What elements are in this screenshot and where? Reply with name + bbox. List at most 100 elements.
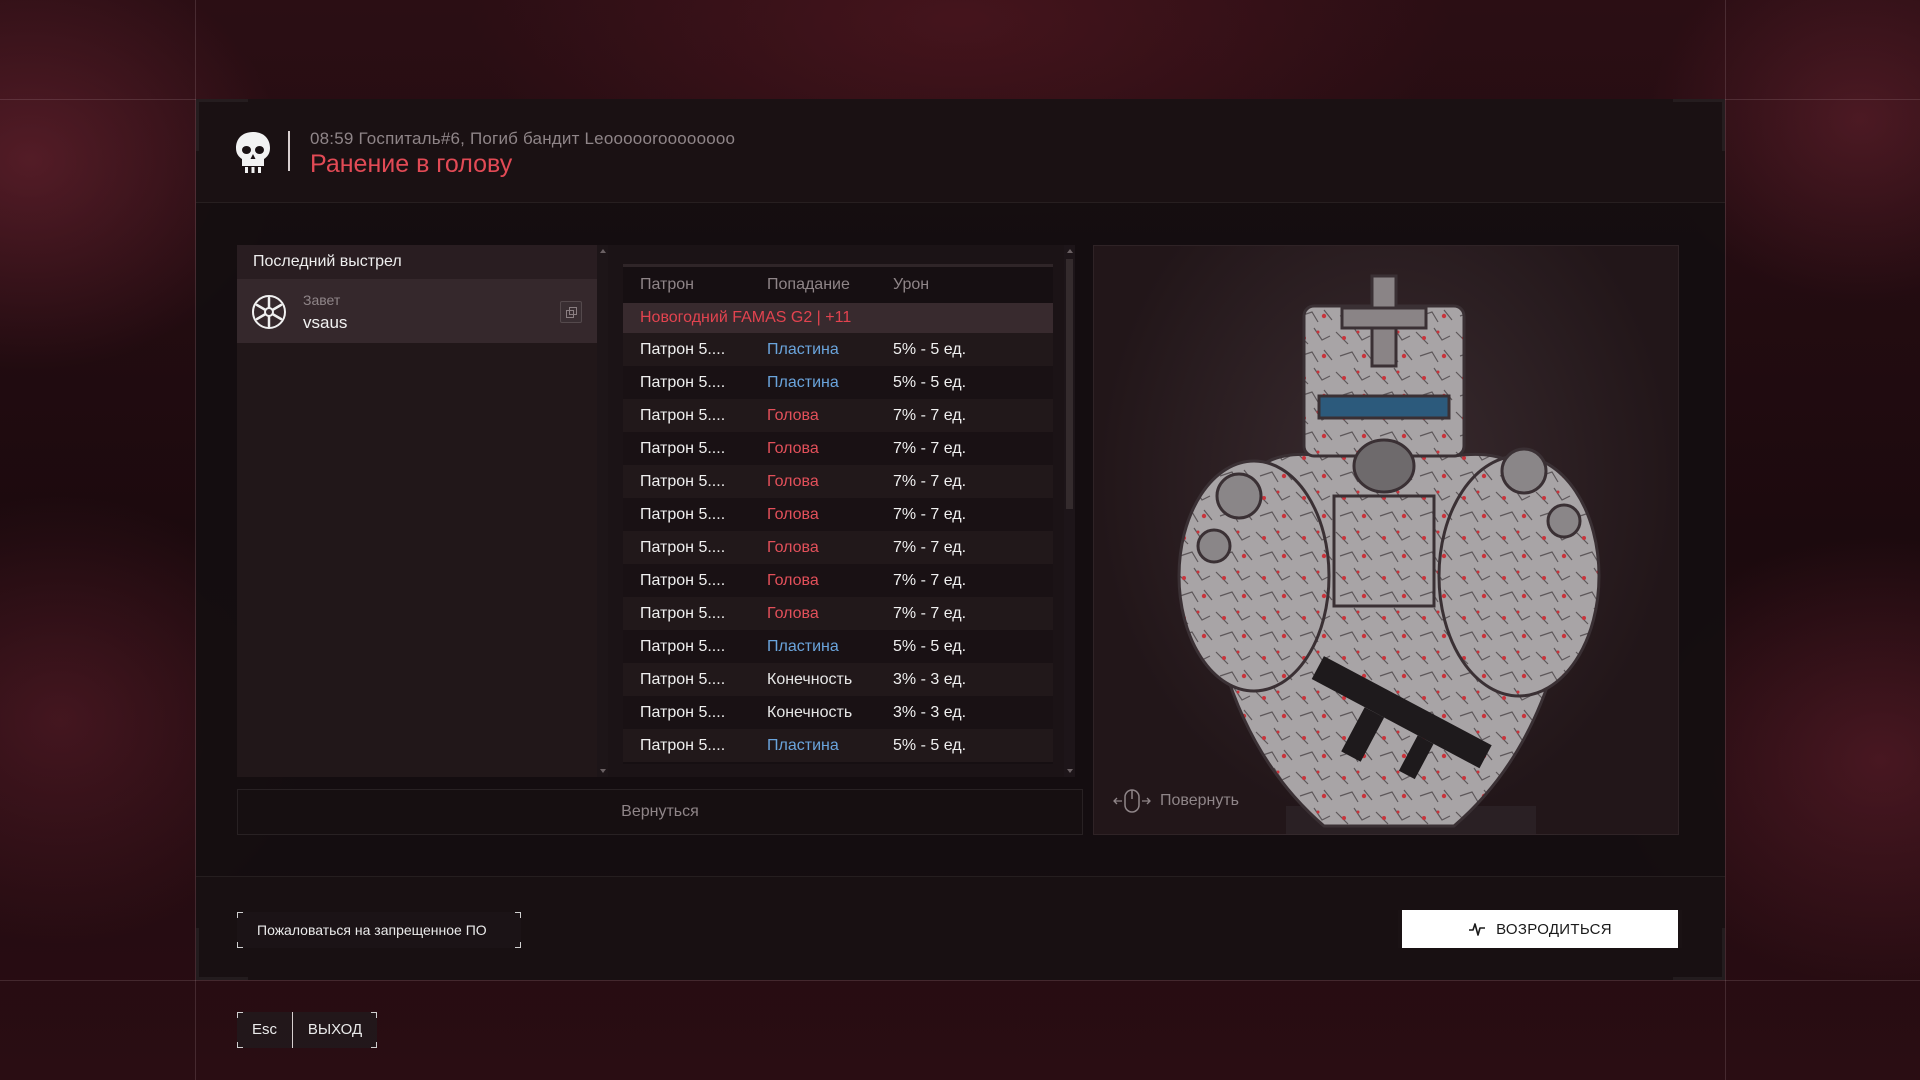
exit-button[interactable]: ВЫХОД [293, 1012, 377, 1048]
esc-key-label: Esc [251, 1021, 277, 1038]
pulse-icon [1469, 923, 1486, 936]
damage-cell: 5% - 5 ед. [893, 736, 967, 754]
ammo-cell: Патрон 5.... [640, 472, 726, 490]
damage-cell: 7% - 7 ед. [893, 571, 967, 589]
esc-key-badge[interactable]: Esc [237, 1012, 293, 1048]
damage-cell: 7% - 7 ед. [893, 472, 967, 490]
last-shot-panel: Последний выстрел Завет vsaus [237, 245, 597, 777]
hit-location-cell: Голова [767, 406, 819, 424]
table-row: Патрон 5.... Пластина 5% - 5 ед. [623, 366, 1053, 399]
report-cheat-label: Пожаловаться на запрещенное ПО [257, 922, 487, 938]
ammo-cell: Патрон 5.... [640, 406, 726, 424]
scroll-down-icon[interactable] [1067, 769, 1073, 773]
damage-cell: 5% - 5 ед. [893, 373, 967, 391]
ammo-cell: Патрон 5.... [640, 604, 726, 622]
killer-clan-label: Завет [303, 292, 341, 308]
frame-guide-right [1725, 0, 1726, 1080]
damage-cell: 5% - 5 ед. [893, 637, 967, 655]
bracket-decor [515, 942, 521, 948]
left-scrollbar[interactable] [597, 245, 608, 777]
rotate-label: Повернуть [1160, 792, 1240, 809]
frame-guide-bottom [0, 980, 1920, 981]
death-cause-title: Ранение в голову [310, 150, 513, 178]
exit-label: ВЫХОД [307, 1021, 363, 1038]
skull-icon [236, 132, 270, 173]
hit-location-cell: Голова [767, 571, 819, 589]
dialog-footer: Пожаловаться на запрещенное ПО ВОЗРОДИТЬ… [196, 876, 1725, 980]
copy-icon[interactable] [560, 301, 582, 323]
hit-location-cell: Голова [767, 604, 819, 622]
bracket-decor [515, 912, 521, 918]
hit-location-cell: Пластина [767, 637, 839, 655]
clan-emblem-icon [252, 295, 286, 329]
death-event-subtitle: 08:59 Госпиталь#6, Погиб бандит Leooooor… [310, 129, 736, 148]
damage-cell: 7% - 7 ед. [893, 505, 967, 523]
scroll-down-icon[interactable] [600, 769, 606, 773]
table-row: Патрон 5.... Конечность 3% - 3 ед. [623, 696, 1053, 729]
bracket-decor [371, 1012, 377, 1018]
table-body: Патрон 5.... Пластина 5% - 5 ед. Патрон 5..… [623, 333, 1053, 762]
damage-cell: 7% - 7 ед. [893, 439, 967, 457]
respawn-label: ВОЗРОДИТЬСЯ [1496, 920, 1612, 938]
table-row: Патрон 5.... Голова 7% - 7 ед. [623, 432, 1053, 465]
damage-scrollbar[interactable] [1064, 245, 1075, 777]
bracket-decor [237, 912, 243, 918]
ammo-cell: Патрон 5.... [640, 571, 726, 589]
armored-character-image [1177, 274, 1601, 834]
ammo-cell: Патрон 5.... [640, 373, 726, 391]
ammo-cell: Патрон 5.... [640, 340, 726, 358]
hit-location-cell: Голова [767, 439, 819, 457]
table-row: Патрон 5.... Голова 7% - 7 ед. [623, 597, 1053, 630]
ammo-cell: Патрон 5.... [640, 505, 726, 523]
hit-location-cell: Голова [767, 538, 819, 556]
ammo-cell: Патрон 5.... [640, 670, 726, 688]
table-row: Патрон 5.... Голова 7% - 7 ед. [623, 399, 1053, 432]
exit-control[interactable]: Esc ВЫХОД [237, 1012, 377, 1048]
column-header-hit: Попадание [767, 276, 850, 293]
hit-location-cell: Пластина [767, 736, 839, 754]
back-button[interactable]: Вернуться [237, 789, 1083, 835]
report-cheat-button[interactable]: Пожаловаться на запрещенное ПО [237, 912, 521, 948]
hit-location-cell: Голова [767, 472, 819, 490]
table-header: Патрон Попадание Урон [623, 267, 1053, 303]
rotate-hint: Повернуть [1112, 788, 1239, 814]
table-row: Патрон 5.... Голова 7% - 7 ед. [623, 465, 1053, 498]
scroll-up-icon[interactable] [600, 249, 606, 253]
damage-cell: 5% - 5 ед. [893, 340, 967, 358]
hit-location-cell: Конечность [767, 670, 853, 688]
table-row: Патрон 5.... Конечность 3% - 3 ед. [623, 663, 1053, 696]
killer-model-preview[interactable]: Повернуть [1093, 245, 1679, 835]
weapon-name: Новогодний FAMAS G2 | +11 [623, 303, 1053, 333]
bracket-decor [237, 1042, 243, 1048]
damage-cell: 3% - 3 ед. [893, 703, 967, 721]
button-edge [1398, 910, 1402, 948]
table-row: Патрон 5.... Пластина 5% - 5 ед. [623, 729, 1053, 762]
last-shot-heading: Последний выстрел [237, 245, 597, 279]
damage-cell: 7% - 7 ед. [893, 406, 967, 424]
table-row: Патрон 5.... Голова 7% - 7 ед. [623, 498, 1053, 531]
bracket-decor [237, 942, 243, 948]
hit-location-cell: Голова [767, 505, 819, 523]
ammo-cell: Патрон 5.... [640, 703, 726, 721]
header-divider [288, 131, 290, 171]
mouse-rotate-icon [1113, 789, 1151, 813]
button-edge [1678, 910, 1682, 948]
table-row: Патрон 5.... Пластина 5% - 5 ед. [623, 333, 1053, 366]
table-row: Патрон 5.... Голова 7% - 7 ед. [623, 564, 1053, 597]
respawn-button[interactable]: ВОЗРОДИТЬСЯ [1398, 910, 1682, 948]
ammo-cell: Патрон 5.... [640, 637, 726, 655]
death-report-dialog: 08:59 Госпиталь#6, Погиб бандит Leooooor… [196, 99, 1725, 980]
column-header-ammo: Патрон [640, 276, 695, 293]
scroll-up-icon[interactable] [1067, 249, 1073, 253]
table-row: Патрон 5.... Пластина 5% - 5 ед. [623, 630, 1053, 663]
hit-location-cell: Пластина [767, 373, 839, 391]
damage-cell: 3% - 3 ед. [893, 670, 967, 688]
table-row: Патрон 5.... Голова 7% - 7 ед. [623, 531, 1053, 564]
damage-cell: 7% - 7 ед. [893, 538, 967, 556]
hit-location-cell: Пластина [767, 340, 839, 358]
ammo-cell: Патрон 5.... [640, 538, 726, 556]
column-header-damage: Урон [893, 276, 930, 293]
killer-card[interactable]: Завет vsaus [237, 279, 597, 343]
bracket-decor [237, 1012, 243, 1018]
scroll-thumb[interactable] [1066, 259, 1073, 509]
